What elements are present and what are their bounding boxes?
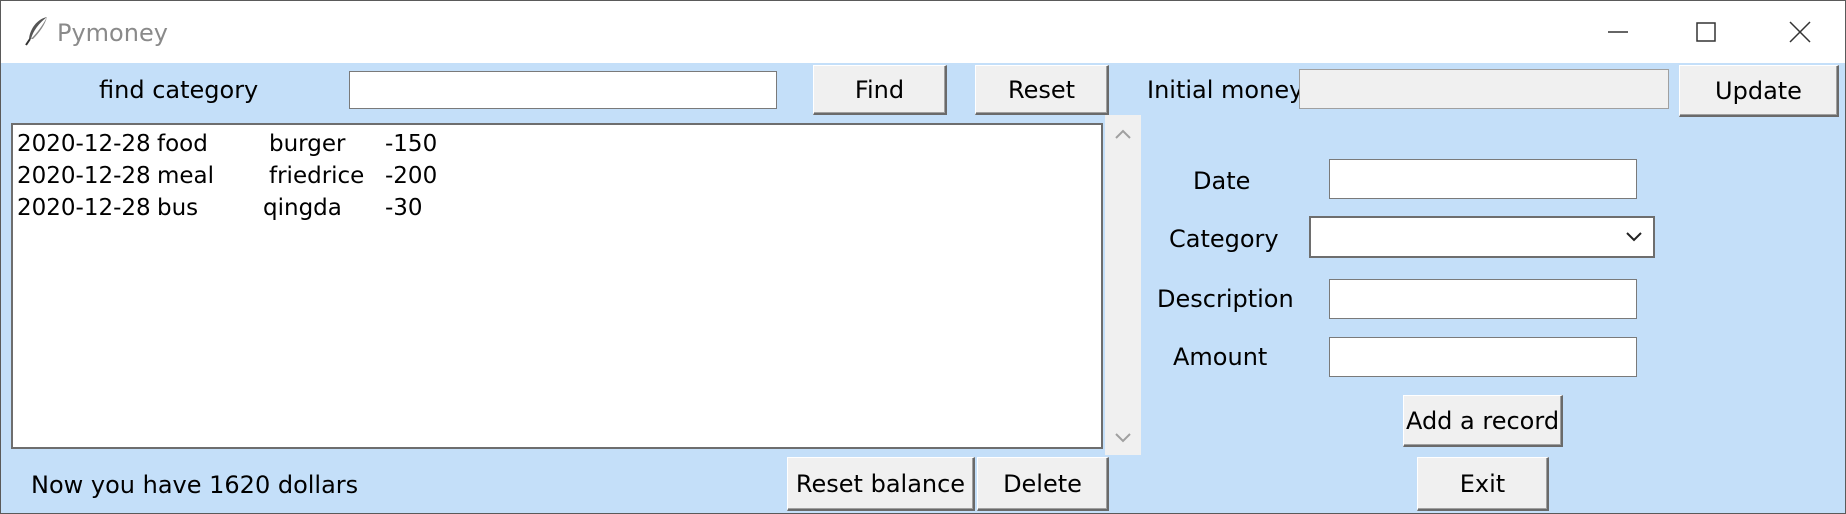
description-field[interactable] <box>1329 279 1637 319</box>
initial-money-input[interactable] <box>1299 69 1669 109</box>
update-button[interactable]: Update <box>1679 65 1839 117</box>
chevron-down-icon <box>1626 232 1642 242</box>
delete-button[interactable]: Delete <box>977 457 1109 511</box>
date-label: Date <box>1193 167 1251 195</box>
balance-status: Now you have 1620 dollars <box>31 471 359 499</box>
category-select[interactable] <box>1309 216 1655 258</box>
record-date: 2020-12-28 <box>17 131 151 157</box>
minimize-icon <box>1608 31 1628 33</box>
add-record-button[interactable]: Add a record <box>1403 395 1563 447</box>
maximize-button[interactable] <box>1669 1 1741 63</box>
reset-button[interactable]: Reset <box>975 65 1109 115</box>
record-category: food <box>157 131 208 157</box>
find-category-label: find category <box>99 76 259 104</box>
find-button[interactable]: Find <box>813 65 947 115</box>
records-scrollbar[interactable] <box>1105 115 1141 455</box>
list-item[interactable]: 2020-12-28 food burger -150 <box>15 129 1095 161</box>
record-description: friedrice <box>269 163 365 189</box>
initial-money-label: Initial money <box>1147 76 1304 104</box>
amount-field[interactable] <box>1329 337 1637 377</box>
record-category: bus <box>157 195 199 221</box>
list-item[interactable]: 2020-12-28 bus qingda -30 <box>15 193 1095 225</box>
title-bar: Pymoney <box>1 1 1845 63</box>
reset-balance-button[interactable]: Reset balance <box>787 457 975 511</box>
scroll-up-icon[interactable] <box>1113 127 1133 141</box>
exit-button[interactable]: Exit <box>1417 457 1549 511</box>
record-date: 2020-12-28 <box>17 195 151 221</box>
record-amount: -150 <box>385 131 438 157</box>
amount-label: Amount <box>1173 343 1268 371</box>
pymoney-window: Pymoney find category Find Reset Initial… <box>0 0 1846 514</box>
list-item[interactable]: 2020-12-28 meal friedrice -200 <box>15 161 1095 193</box>
scroll-down-icon[interactable] <box>1113 431 1133 445</box>
record-date: 2020-12-28 <box>17 163 151 189</box>
record-description: burger <box>269 131 346 157</box>
close-icon <box>1789 21 1811 43</box>
record-amount: -30 <box>385 195 423 221</box>
record-amount: -200 <box>385 163 438 189</box>
record-category: meal <box>157 163 215 189</box>
date-field[interactable] <box>1329 159 1637 199</box>
minimize-button[interactable] <box>1581 1 1653 63</box>
window-title: Pymoney <box>57 19 168 47</box>
record-description: qingda <box>263 195 342 221</box>
category-label: Category <box>1169 225 1279 253</box>
description-label: Description <box>1157 285 1294 313</box>
records-listbox[interactable]: 2020-12-28 food burger -150 2020-12-28 m… <box>11 123 1103 449</box>
maximize-icon <box>1696 22 1716 42</box>
feather-icon <box>23 15 53 47</box>
find-category-input[interactable] <box>349 71 777 109</box>
close-button[interactable] <box>1763 1 1835 63</box>
